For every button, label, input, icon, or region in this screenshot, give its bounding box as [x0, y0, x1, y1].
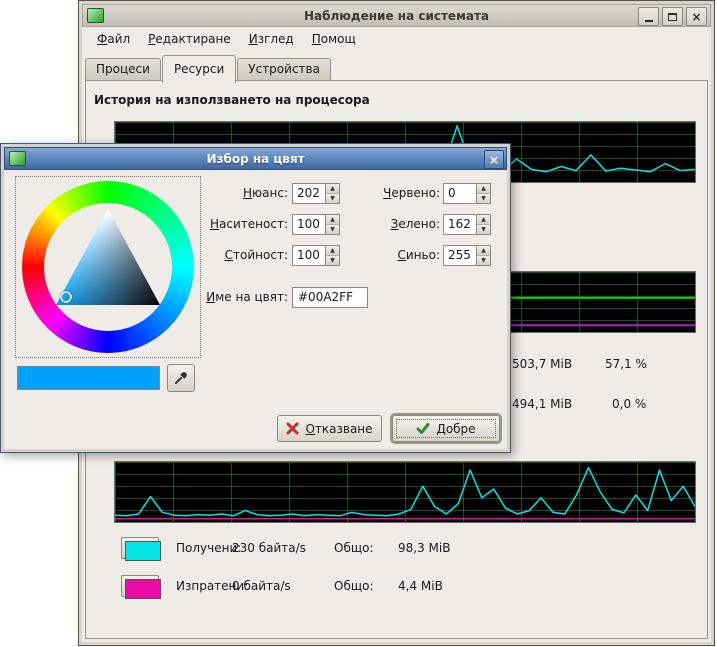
blue-up-icon[interactable]: ▲ — [477, 246, 490, 256]
blue-down-icon[interactable]: ▼ — [477, 256, 490, 265]
color-wheel[interactable] — [17, 178, 199, 356]
dialog-close-icon: × — [489, 154, 499, 166]
red-spinner[interactable]: 0 ▲▼ — [443, 183, 491, 204]
maximize-icon — [668, 13, 677, 21]
received-total: 98,3 MiB — [398, 537, 450, 559]
green-value[interactable]: 162 — [443, 214, 476, 235]
menu-view[interactable]: Изглед — [240, 27, 303, 51]
green-label: Зелено: — [370, 214, 440, 235]
cancel-button-label: Отказване — [305, 422, 372, 436]
dialog-title: Избор на цвят — [5, 152, 506, 166]
value-up-icon[interactable]: ▲ — [326, 246, 339, 256]
network-legend-sent: Изпратени: 0 байта/s Общо: 4,4 MiB — [121, 575, 551, 597]
tabstrip: Процеси Ресурси Устройства — [85, 55, 332, 83]
close-icon: × — [691, 11, 701, 23]
tab-devices[interactable]: Устройства — [237, 58, 331, 80]
main-titlebar[interactable]: Наблюдение на системата × — [82, 4, 711, 27]
ok-check-icon — [416, 422, 430, 435]
app-icon — [87, 8, 104, 23]
maximize-button[interactable] — [662, 7, 683, 26]
green-down-icon[interactable]: ▼ — [477, 225, 490, 234]
cpu-history-heading: История на използването на процесора — [94, 93, 370, 107]
sent-color-swatch — [125, 579, 161, 599]
main-window-title: Наблюдение на системата — [83, 9, 710, 23]
memory-amount: 503,7 MiB — [512, 353, 572, 375]
color-name-label: Име на цвят: — [203, 287, 288, 308]
menubar: ФайлРедактиранеИзгледПомощ — [82, 27, 711, 52]
hsv-triangle[interactable] — [44, 203, 172, 331]
menu-edit[interactable]: Редактиране — [139, 27, 240, 51]
red-label: Червено: — [370, 183, 440, 204]
menu-help[interactable]: Помощ — [303, 27, 365, 51]
color-picker-dialog: Избор на цвят × Нюанс: — [0, 143, 511, 453]
received-total-label: Общо: — [334, 537, 374, 559]
hue-down-icon[interactable]: ▼ — [326, 194, 339, 203]
dialog-close-button[interactable]: × — [484, 150, 504, 169]
cancel-x-icon — [286, 422, 299, 435]
received-color-button[interactable] — [121, 537, 159, 559]
sent-total-label: Общо: — [334, 575, 374, 597]
minimize-button[interactable] — [638, 7, 659, 26]
hue-up-icon[interactable]: ▲ — [326, 184, 339, 194]
blue-value[interactable]: 255 — [443, 245, 476, 266]
dialog-body: Нюанс: 202 ▲▼ Наситеност: 100 ▲▼ Стойнос… — [4, 170, 507, 449]
received-color-swatch — [125, 541, 161, 561]
received-rate: 230 байта/s — [232, 537, 306, 559]
ok-button-label: Добре — [436, 422, 475, 436]
color-preview — [17, 366, 160, 390]
value-down-icon[interactable]: ▼ — [326, 256, 339, 265]
dialog-titlebar[interactable]: Избор на цвят × — [4, 147, 507, 170]
swap-amount: 494,1 MiB — [512, 393, 572, 415]
hue-label: Нюанс: — [203, 183, 288, 204]
eyedropper-button[interactable] — [167, 364, 195, 392]
blue-spinner[interactable]: 255 ▲▼ — [443, 245, 491, 266]
sent-total: 4,4 MiB — [398, 575, 443, 597]
minimize-icon — [645, 20, 653, 22]
saturation-label: Наситеност: — [203, 214, 288, 235]
value-label: Стойност: — [203, 245, 288, 266]
swap-percent: 0,0 % — [612, 393, 646, 415]
sent-rate: 0 байта/s — [232, 575, 291, 597]
menu-file[interactable]: Файл — [88, 27, 139, 51]
network-legend-received: Получени: 230 байта/s Общо: 98,3 MiB — [121, 537, 551, 559]
saturation-down-icon[interactable]: ▼ — [326, 225, 339, 234]
red-down-icon[interactable]: ▼ — [477, 194, 490, 203]
value-value[interactable]: 100 — [292, 245, 325, 266]
saturation-up-icon[interactable]: ▲ — [326, 215, 339, 225]
red-up-icon[interactable]: ▲ — [477, 184, 490, 194]
green-up-icon[interactable]: ▲ — [477, 215, 490, 225]
blue-label: Синьо: — [370, 245, 440, 266]
color-name-input[interactable]: #00A2FF — [292, 287, 368, 308]
sent-color-button[interactable] — [121, 575, 159, 597]
green-spinner[interactable]: 162 ▲▼ — [443, 214, 491, 235]
dialog-icon — [9, 151, 26, 166]
tab-processes[interactable]: Процеси — [85, 58, 161, 80]
memory-percent: 57,1 % — [605, 353, 647, 375]
saturation-spinner[interactable]: 100 ▲▼ — [292, 214, 340, 235]
value-spinner[interactable]: 100 ▲▼ — [292, 245, 340, 266]
hue-spinner[interactable]: 202 ▲▼ — [292, 183, 340, 204]
eyedropper-icon — [173, 370, 189, 386]
saturation-value[interactable]: 100 — [292, 214, 325, 235]
tab-resources[interactable]: Ресурси — [162, 55, 236, 83]
ok-button[interactable]: Добре — [392, 415, 500, 442]
network-history-chart — [114, 461, 696, 523]
hue-value[interactable]: 202 — [292, 183, 325, 204]
cancel-button[interactable]: Отказване — [277, 415, 382, 442]
red-value[interactable]: 0 — [443, 183, 476, 204]
close-button[interactable]: × — [686, 7, 707, 26]
